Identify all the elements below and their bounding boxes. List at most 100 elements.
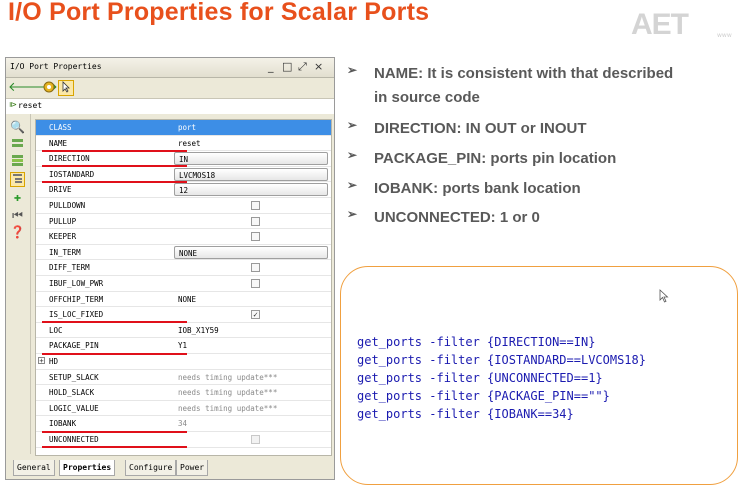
property-value: needs timing update***	[178, 403, 278, 413]
property-value: 34	[178, 419, 188, 429]
search-icon[interactable]: 🔍	[10, 120, 25, 135]
property-name: SETUP_SLACK	[49, 372, 99, 382]
property-checkbox[interactable]	[251, 201, 260, 210]
collapse-all-icon[interactable]	[10, 137, 25, 152]
close-button[interactable]: ×	[314, 60, 323, 73]
panel-title: I/O Port Properties	[10, 62, 102, 71]
property-name: PACKAGE_PIN	[49, 341, 99, 351]
property-row[interactable]: IBUF_LOW_PWR	[36, 276, 331, 292]
property-row[interactable]: KEEPER	[36, 229, 331, 245]
properties-grid: CLASS port NAME reset DIRECTION IN IOSTANDARD L…	[35, 119, 332, 456]
expand-icon[interactable]: +	[38, 357, 45, 365]
slide-title: I/O Port Properties for Scalar Ports	[8, 0, 430, 26]
property-value: IN	[179, 155, 189, 165]
property-name: IOBANK	[49, 419, 77, 429]
property-checkbox[interactable]	[251, 263, 260, 273]
code-line: get_ports -filter {UNCONNECTED==1}	[357, 371, 603, 385]
group-by-icon[interactable]	[10, 172, 25, 187]
select-pointer-icon[interactable]	[58, 80, 74, 96]
property-row[interactable]: SETUP_SLACK needs timing update***	[36, 370, 331, 386]
float-button[interactable]: ⤢	[298, 60, 307, 74]
io-port-properties-panel: I/O Port Properties _ □ ⤢ × 🡐 🡒 ⧐ reset …	[5, 57, 335, 480]
first-icon[interactable]: ⏮	[10, 208, 25, 223]
panel-toolbar: 🡐 🡒	[6, 78, 334, 98]
property-value: LVCMOS18	[179, 170, 216, 180]
property-row[interactable]: LOC IOB_X1Y59	[36, 323, 331, 339]
property-row[interactable]: HOLD_SLACK needs timing update***	[36, 385, 331, 401]
property-checkbox	[251, 435, 260, 444]
property-row[interactable]: PULLUP	[36, 214, 331, 230]
code-line: get_ports -filter {DIRECTION==IN}	[357, 335, 596, 349]
code-line: get_ports -filter {IOBANK==34}	[357, 407, 574, 421]
property-name: KEEPER	[49, 232, 77, 242]
property-value: IOB_X1Y59	[178, 325, 219, 335]
property-value: needs timing update***	[178, 388, 278, 398]
property-name: IBUF_LOW_PWR	[49, 279, 104, 288]
panel-titlebar: I/O Port Properties _ □ ⤢ ×	[6, 58, 334, 78]
arrow-bullet-icon: ➢	[347, 118, 358, 132]
property-row[interactable]: DIFF_TERM	[36, 260, 331, 276]
property-value-dropdown[interactable]: IN	[174, 152, 328, 166]
property-value: NONE	[178, 294, 197, 304]
settings-icon[interactable]	[41, 80, 57, 96]
property-value-dropdown[interactable]: NONE	[174, 245, 328, 259]
expand-all-icon[interactable]	[10, 154, 25, 169]
code-example-box: get_ports -filter {DIRECTION==IN} get_por…	[340, 266, 738, 485]
property-row[interactable]: DRIVE 12	[36, 182, 331, 198]
selected-object-name: reset	[18, 101, 43, 110]
property-checkbox[interactable]	[251, 279, 260, 288]
arrow-bullet-icon: ➢	[347, 63, 358, 77]
property-name: HOLD_SLACK	[49, 388, 95, 398]
arrow-bullet-icon: ➢	[347, 178, 358, 192]
add-icon[interactable]: ✚	[10, 190, 25, 205]
forward-arrow-icon[interactable]: 🡒	[23, 80, 58, 96]
tab-configure[interactable]: Configure	[125, 460, 177, 476]
property-name: PULLUP	[49, 216, 77, 226]
property-row[interactable]: LOGIC_VALUE needs timing update***	[36, 401, 331, 417]
property-checkbox[interactable]	[251, 232, 260, 242]
property-value-dropdown[interactable]: LVCMOS18	[174, 167, 328, 181]
restore-button[interactable]: □	[282, 60, 292, 73]
property-row[interactable]: PULLDOWN	[36, 198, 331, 214]
bullet-text: UNCONNECTED: 1 or 0	[374, 209, 540, 226]
property-name: LOGIC_VALUE	[49, 403, 99, 413]
property-row[interactable]: OFFCHIP_TERM NONE	[36, 292, 331, 308]
property-name: DIFF_TERM	[49, 263, 90, 273]
tab-properties[interactable]: Properties	[59, 460, 116, 476]
property-name: DIRECTION	[49, 154, 90, 164]
bullet-text: PACKAGE_PIN: ports pin location	[374, 150, 617, 167]
property-name: OFFCHIP_TERM	[49, 294, 104, 304]
logo-url: www	[717, 32, 732, 39]
bullet-text: NAME: It is consistent with that describ…	[374, 65, 674, 106]
property-name: LOC	[49, 325, 63, 335]
arrow-bullet-icon: ➢	[347, 207, 358, 221]
property-value-dropdown[interactable]: 12	[174, 183, 328, 197]
property-name: NAME	[49, 138, 68, 148]
property-value: NONE	[179, 248, 198, 258]
property-name: DRIVE	[49, 185, 72, 195]
property-checkbox[interactable]: ✓	[251, 310, 260, 320]
property-value: Y1	[178, 341, 188, 351]
bullet-text: DIRECTION: IN OUT or INOUT	[374, 120, 587, 137]
property-name: UNCONNECTED	[49, 435, 99, 444]
property-row[interactable]: + HD	[36, 354, 331, 370]
property-checkbox[interactable]	[251, 216, 260, 226]
property-value: port	[178, 123, 197, 132]
property-row[interactable]: IN_TERM NONE	[36, 245, 331, 261]
property-name: PULLDOWN	[49, 201, 86, 210]
tab-power[interactable]: Power	[176, 460, 209, 476]
minimize-button[interactable]: _	[268, 60, 274, 73]
logo-text: AET	[631, 8, 689, 41]
property-name: IN_TERM	[49, 247, 81, 257]
arrow-bullet-icon: ➢	[347, 148, 358, 162]
back-arrow-icon[interactable]: 🡐	[8, 80, 43, 96]
port-icon: ⧐	[9, 100, 17, 109]
help-icon[interactable]: ❓	[10, 225, 25, 240]
selected-object-row[interactable]: ⧐ reset	[6, 98, 334, 114]
property-name: HD	[49, 357, 59, 366]
property-row[interactable]: CLASS port	[36, 120, 331, 136]
code-line: get_ports -filter {IOSTANDARD==LVCOMS18}	[357, 353, 646, 367]
tab-general[interactable]: General	[13, 460, 55, 476]
property-value: needs timing update***	[178, 372, 278, 382]
code-line: get_ports -filter {PACKAGE_PIN==""}	[357, 389, 610, 403]
